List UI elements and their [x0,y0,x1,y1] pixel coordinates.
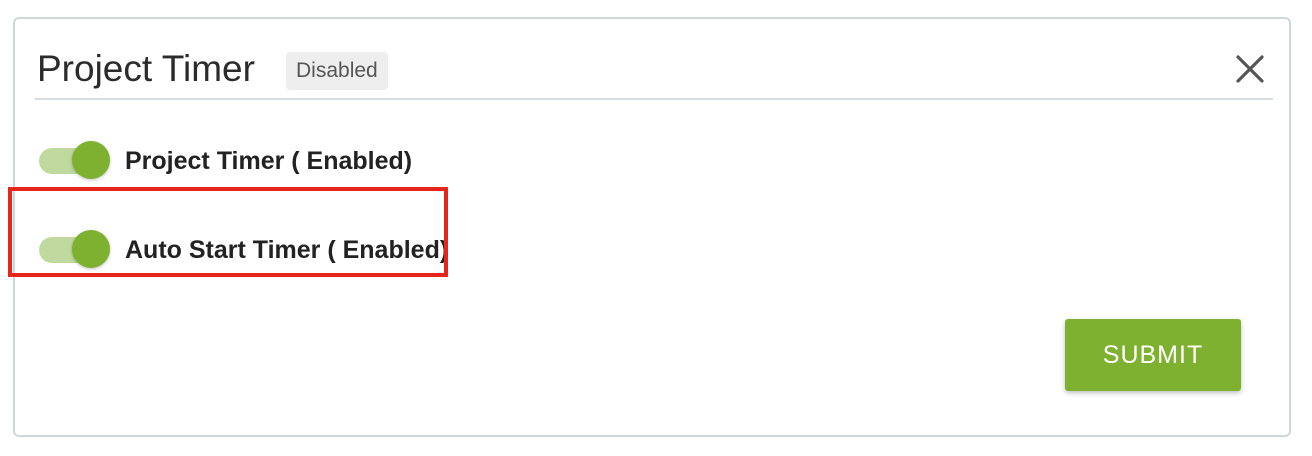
status-badge: Disabled [286,52,388,90]
project-timer-label: Project Timer ( Enabled) [125,147,413,175]
close-icon[interactable] [1233,52,1267,86]
submit-button[interactable]: SUBMIT [1065,319,1241,391]
dialog-header: Project Timer Disabled [35,19,1273,100]
dialog-title: Project Timer [37,48,255,89]
toggle-thumb [72,141,110,179]
project-timer-toggle-row: Project Timer ( Enabled) [37,139,457,183]
project-timer-toggle[interactable] [37,139,110,183]
highlight-box [8,187,448,277]
